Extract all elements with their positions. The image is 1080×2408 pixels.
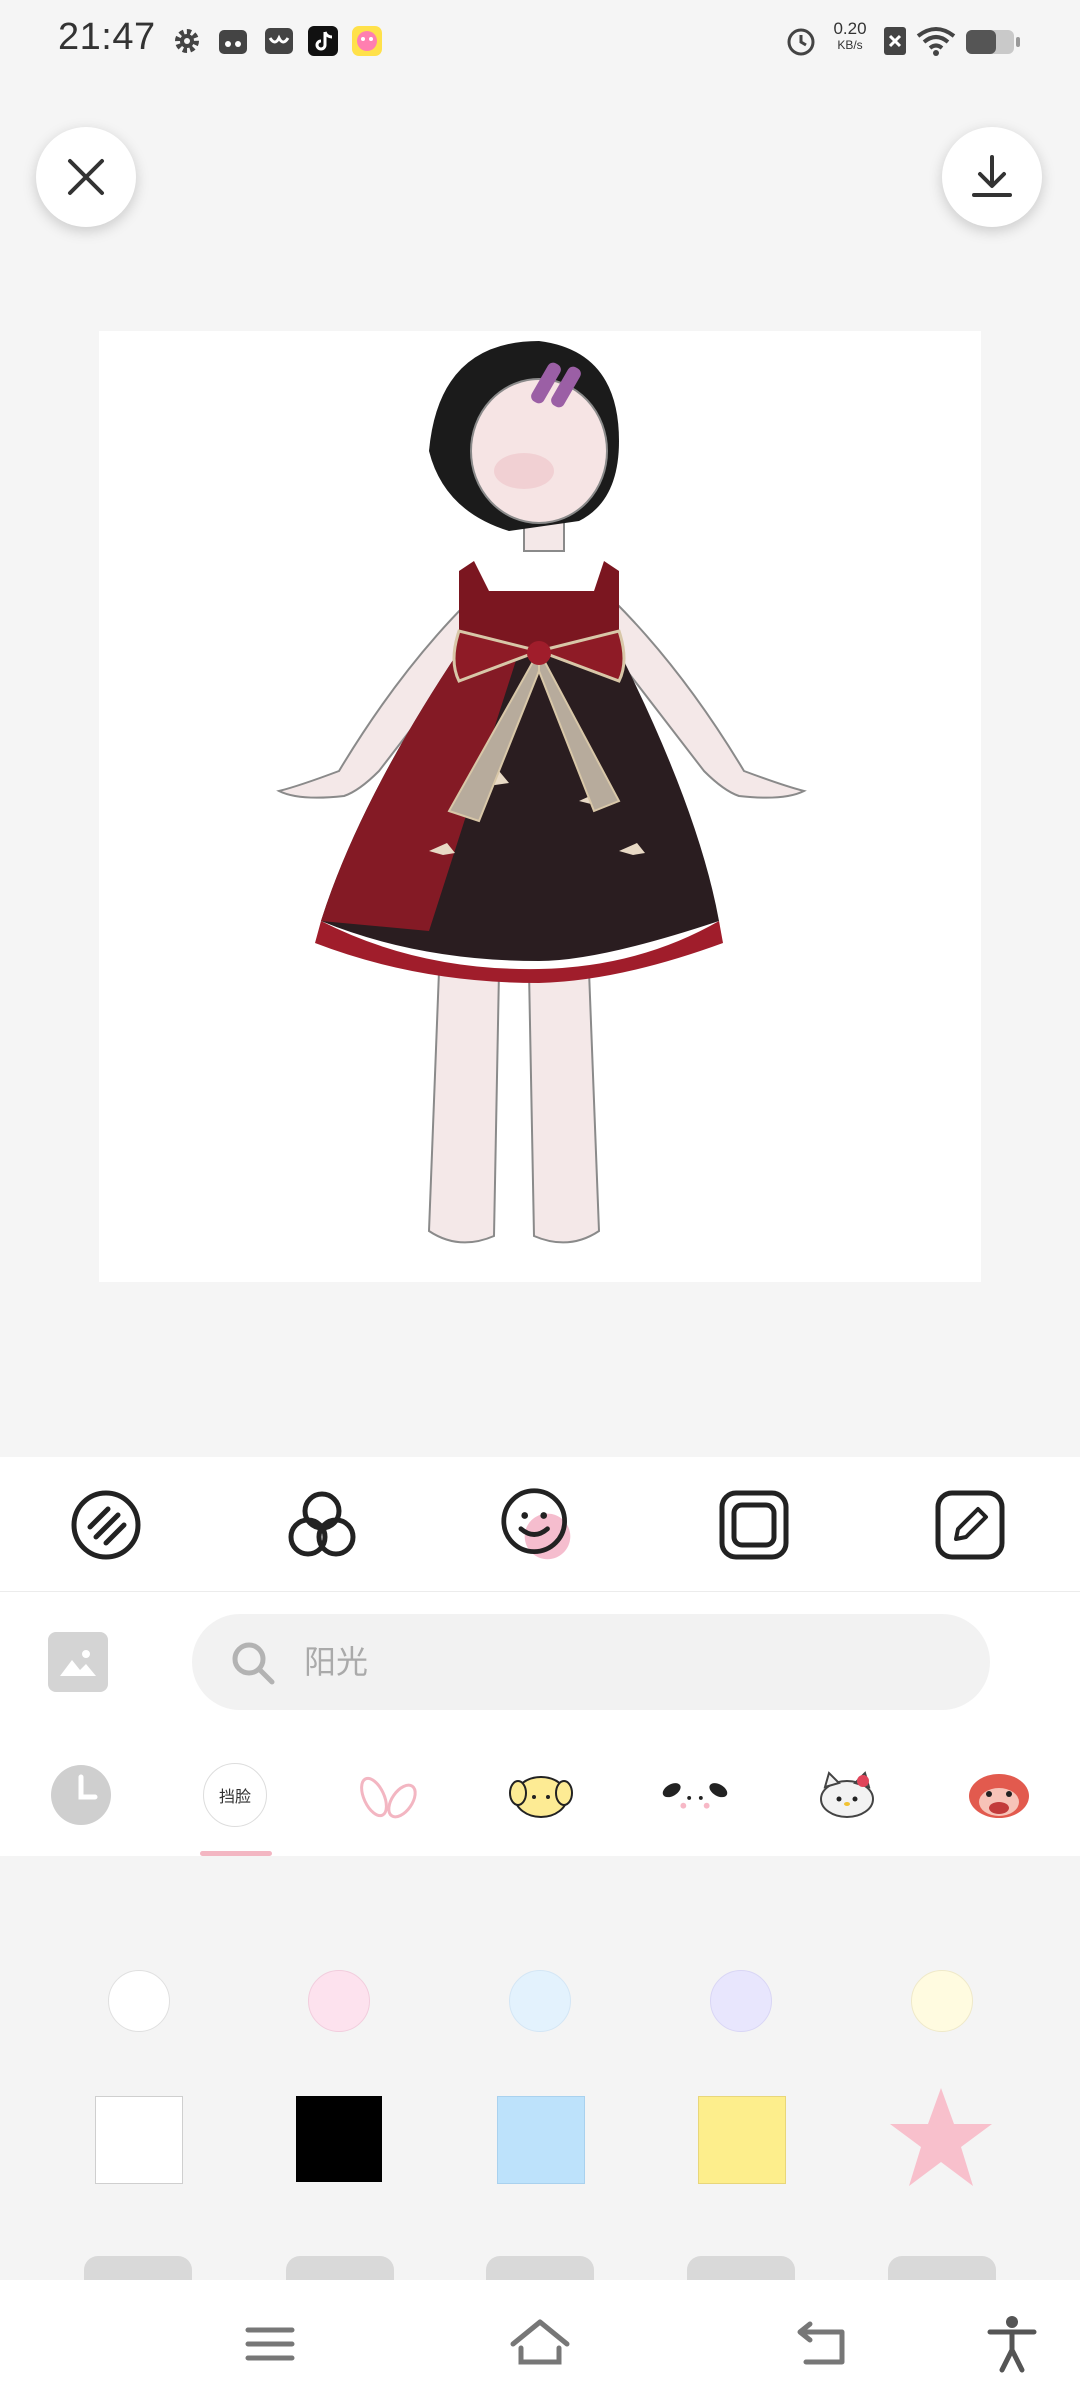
search-icon [232, 1642, 275, 1685]
edit-toolbar [0, 1457, 1080, 1592]
status-time: 21:47 [58, 16, 156, 58]
sticker-square-white[interactable] [95, 2096, 183, 2184]
sticker-circle-lavender[interactable] [710, 1970, 772, 2032]
sticker-square-black[interactable] [296, 2096, 382, 2182]
image-upload-button[interactable] [48, 1632, 108, 1692]
sticker-partial-5[interactable] [888, 2256, 996, 2280]
message-icon [265, 28, 293, 54]
pochacco-icon [662, 1782, 728, 1814]
net-speed-unit: KB/s [837, 38, 863, 52]
category-face-cover[interactable]: 挡脸 [200, 1760, 270, 1830]
sticker-circle-blue[interactable] [509, 1970, 571, 2032]
sticker-icon [501, 1488, 571, 1560]
category-recent[interactable] [46, 1760, 116, 1830]
wifi-icon [916, 27, 956, 56]
sticker-star-pink[interactable] [886, 2084, 996, 2194]
download-button[interactable] [942, 127, 1042, 227]
edit-canvas[interactable] [99, 331, 981, 1282]
search-box[interactable] [192, 1614, 990, 1710]
back-icon [797, 2321, 845, 2365]
app-icon [219, 30, 247, 54]
sticker-tool[interactable] [500, 1487, 576, 1563]
frame-icon [719, 1490, 789, 1560]
sticker-partial-4[interactable] [687, 2256, 795, 2280]
stripe-pattern-icon [71, 1490, 141, 1560]
bunny-ears-icon [360, 1776, 417, 1819]
sticker-partial-1[interactable] [84, 2256, 192, 2280]
status-bar: 21:47 0.20 KB/s [0, 0, 1080, 84]
menu-icon [245, 2327, 295, 2361]
sticker-circle-pink[interactable] [308, 1970, 370, 2032]
gear-icon [175, 29, 199, 53]
tiktok-icon [308, 26, 338, 56]
hello-kitty-icon [820, 1771, 874, 1818]
category-hello-kitty[interactable] [812, 1760, 882, 1830]
no-sim-icon [884, 27, 906, 55]
pencil-icon [935, 1490, 1005, 1560]
close-icon [68, 159, 104, 195]
stripe-pattern-tool[interactable] [68, 1487, 144, 1563]
sticker-square-blue[interactable] [497, 2096, 585, 2184]
category-pudding-dog[interactable] [506, 1760, 576, 1830]
category-face-cover-label: 挡脸 [218, 1787, 251, 1806]
draw-tool[interactable] [932, 1487, 1008, 1563]
clock-icon [51, 1765, 111, 1825]
net-speed-value: 0.20 [833, 19, 867, 38]
accessibility-button[interactable] [980, 2312, 1044, 2376]
alarm-icon [787, 28, 815, 56]
sticker-partial-2[interactable] [286, 2256, 394, 2280]
sticker-circle-white[interactable] [108, 1970, 170, 2032]
search-input[interactable] [304, 1614, 904, 1710]
game-icon [352, 26, 382, 56]
accessibility-icon [987, 2316, 1037, 2373]
red-character-icon [969, 1774, 1029, 1818]
sticker-partial-3[interactable] [486, 2256, 594, 2280]
frame-tool[interactable] [716, 1487, 792, 1563]
download-icon [972, 155, 1012, 197]
close-button[interactable] [36, 127, 136, 227]
image-icon [60, 1650, 96, 1676]
net-speed: 0.20 KB/s [828, 20, 872, 54]
back-button[interactable] [792, 2312, 856, 2376]
category-red-character[interactable] [964, 1760, 1034, 1830]
pudding-dog-icon [509, 1776, 573, 1818]
color-blend-tool[interactable] [284, 1487, 360, 1563]
sticker-square-yellow[interactable] [698, 2096, 786, 2184]
home-button[interactable] [508, 2312, 572, 2376]
sticker-circle-cream[interactable] [911, 1970, 973, 2032]
sticker-grid [0, 1856, 1080, 2280]
category-face-cover-chip: 挡脸 [203, 1763, 267, 1827]
home-icon [510, 2319, 570, 2365]
doll-illustration [276, 341, 807, 1244]
sticker-search-panel: 挡脸 [0, 1592, 1080, 1856]
color-blend-icon [288, 1491, 356, 1557]
battery-icon [966, 30, 1020, 54]
menu-button[interactable] [238, 2312, 302, 2376]
system-nav-bar [0, 2280, 1080, 2408]
category-bunny-ears[interactable] [354, 1760, 424, 1830]
category-pochacco[interactable] [660, 1760, 730, 1830]
